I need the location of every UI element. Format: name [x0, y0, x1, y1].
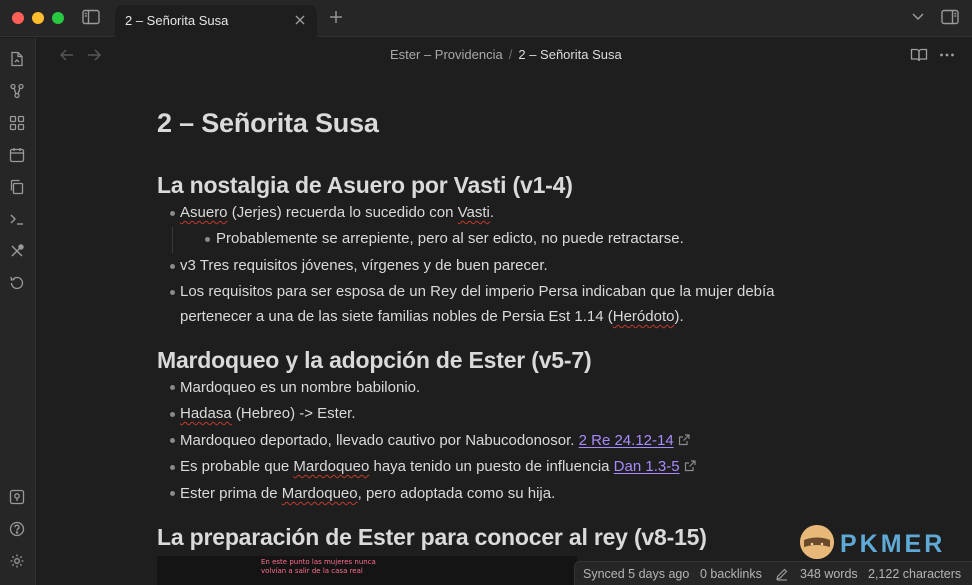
list-item[interactable]: Hadasa (Hebreo) -> Ester. — [180, 401, 356, 427]
breadcrumb-separator: / — [508, 47, 513, 62]
list-item-text: (Jerjes) recuerda lo sucedido con — [227, 204, 458, 221]
tab-title: 2 – Señorita Susa — [125, 13, 229, 28]
list-bullet — [170, 264, 175, 269]
list-item[interactable]: Ester prima de Mardoqueo, pero adoptada … — [180, 481, 555, 507]
embedded-image[interactable]: En este punto las mujeres nunca volvían … — [157, 556, 577, 585]
copy-icon[interactable] — [8, 178, 26, 196]
list-item-text: ). — [674, 308, 684, 325]
spellcheck-word: Mardoqueo — [281, 485, 358, 502]
list-item-text: Es probable que — [180, 458, 294, 475]
minimize-window-button[interactable] — [32, 12, 44, 24]
list-item[interactable]: Asuero (Jerjes) recuerda lo sucedido con… — [180, 200, 494, 226]
image-caption-line: En este punto las mujeres nunca — [261, 558, 376, 566]
list-bullet — [170, 385, 175, 390]
section-heading: La preparación de Ester para conocer al … — [157, 524, 707, 550]
left-ribbon — [0, 38, 36, 585]
vault-icon[interactable] — [8, 488, 26, 506]
list-item-text: Los requisitos para ser esposa de un Rey… — [180, 283, 775, 300]
note-title: 2 – Señorita Susa — [157, 108, 379, 138]
zoom-window-button[interactable] — [52, 12, 64, 24]
list-item[interactable]: Los requisitos para ser esposa de un Rey… — [180, 279, 775, 305]
external-link[interactable]: 2 Re 24.12-14 — [579, 432, 674, 449]
image-caption: En este punto las mujeres nunca volvían … — [261, 558, 376, 576]
calendar-icon[interactable] — [8, 146, 26, 164]
pencil-icon[interactable] — [775, 567, 789, 581]
close-window-button[interactable] — [12, 12, 24, 24]
sync-status[interactable]: Synced 5 days ago — [583, 567, 689, 581]
character-count: 2,122 characters — [868, 567, 962, 581]
list-bullet — [170, 438, 175, 443]
list-item-text: Probablemente se arrepiente, pero al ser… — [216, 230, 684, 247]
spellcheck-word: Asuero — [180, 204, 228, 221]
breadcrumb-current[interactable]: 2 – Señorita Susa — [518, 47, 621, 62]
settings-icon[interactable] — [8, 552, 26, 570]
watermark-text: PKMER — [840, 530, 946, 558]
indent-guide — [172, 227, 173, 253]
plus-icon[interactable] — [328, 9, 344, 25]
list-item-text: Mardoqueo deportado, llevado cautivo por… — [180, 432, 579, 449]
section-heading: La nostalgia de Asuero por Vasti (v1-4) — [157, 172, 573, 198]
list-item-text: v3 Tres requisitos jóvenes, vírgenes y d… — [180, 257, 548, 274]
list-bullet — [170, 465, 175, 470]
canvas-icon[interactable] — [8, 114, 26, 132]
external-link[interactable]: Dan 1.3-5 — [614, 458, 680, 475]
word-count: 348 words — [800, 567, 858, 581]
list-item-text: (Hebreo) -> Ester. — [231, 405, 356, 422]
list-item-text: Ester prima de — [180, 485, 282, 502]
chevron-down-icon[interactable] — [910, 10, 926, 24]
close-icon[interactable] — [293, 13, 307, 27]
image-caption-line: volvían a salir de la casa real — [261, 567, 363, 575]
tools-icon[interactable] — [8, 242, 26, 260]
spellcheck-word: Heródoto — [612, 308, 675, 325]
list-item[interactable]: Es probable que Mardoqueo haya tenido un… — [180, 454, 696, 480]
reading-view-icon[interactable] — [910, 46, 928, 64]
list-bullet — [205, 237, 210, 242]
external-link-icon — [684, 455, 696, 472]
spellcheck-word: Vasti — [457, 204, 490, 221]
title-bar: 2 – Señorita Susa — [0, 0, 972, 37]
pkmer-logo-icon — [800, 525, 834, 559]
list-item[interactable]: Mardoqueo deportado, llevado cautivo por… — [180, 428, 690, 454]
list-item-text: . — [489, 204, 495, 221]
more-options-icon[interactable] — [938, 46, 956, 64]
help-icon[interactable] — [8, 520, 26, 538]
list-item-text: pertenecer a una de las siete familias n… — [180, 308, 613, 325]
right-sidebar-toggle-icon[interactable] — [941, 9, 959, 25]
external-link-icon — [678, 429, 690, 446]
left-sidebar-toggle-icon[interactable] — [82, 9, 100, 25]
open-file-icon[interactable] — [8, 50, 26, 68]
section-heading: Mardoqueo y la adopción de Ester (v5-7) — [157, 347, 592, 373]
list-item-text: haya tenido un puesto de influencia — [369, 458, 614, 475]
terminal-icon[interactable] — [8, 210, 26, 228]
breadcrumb: Ester – Providencia / 2 – Señorita Susa — [390, 47, 622, 62]
forward-arrow-icon[interactable] — [86, 47, 102, 63]
list-item[interactable]: Probablemente se arrepiente, pero al ser… — [216, 226, 684, 252]
list-bullet — [170, 211, 175, 216]
list-item-text: Mardoqueo es un nombre babilonio. — [180, 379, 421, 396]
backlinks-count[interactable]: 0 backlinks — [700, 567, 762, 581]
spellcheck-word: Mardoqueo — [293, 458, 370, 475]
list-item-continuation[interactable]: pertenecer a una de las siete familias n… — [180, 304, 684, 330]
graph-icon[interactable] — [8, 82, 26, 100]
tab-active[interactable]: 2 – Señorita Susa — [115, 5, 317, 37]
list-item[interactable]: v3 Tres requisitos jóvenes, vírgenes y d… — [180, 253, 548, 279]
list-bullet — [170, 412, 175, 417]
list-item[interactable]: Mardoqueo es un nombre babilonio. — [180, 375, 420, 401]
list-bullet — [170, 491, 175, 496]
history-icon[interactable] — [8, 274, 26, 292]
spellcheck-word: Hadasa — [180, 405, 232, 422]
status-bar: Synced 5 days ago 0 backlinks 348 words … — [574, 561, 972, 585]
list-bullet — [170, 290, 175, 295]
back-arrow-icon[interactable] — [59, 47, 75, 63]
breadcrumb-parent[interactable]: Ester – Providencia — [390, 47, 503, 62]
list-item-text: , pero adoptada como su hija. — [357, 485, 556, 502]
